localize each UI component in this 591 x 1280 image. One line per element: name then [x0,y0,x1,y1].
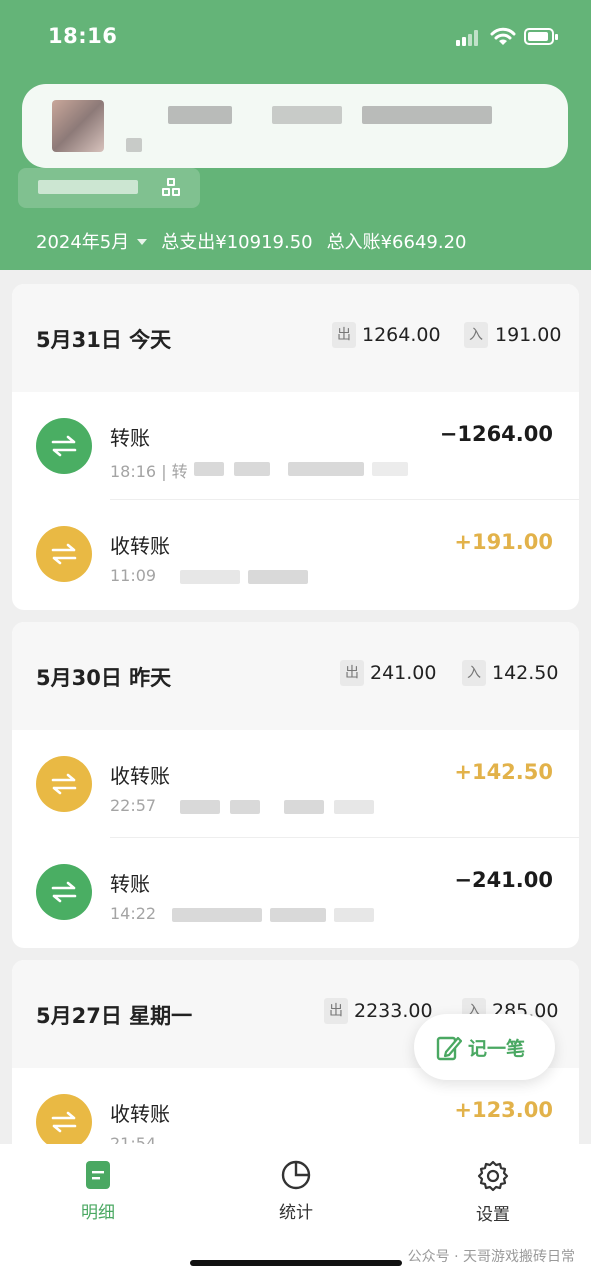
status-bar: 18:16 [0,0,591,70]
transaction-row[interactable]: 转账 14:22 −241.00 [12,838,579,946]
blurred-note [334,908,374,922]
transaction-amount: +142.50 [454,760,553,784]
day-date: 5月30日 昨天 [36,666,172,690]
month-selector[interactable]: 2024年5月 [36,232,129,253]
home-indicator[interactable] [190,1260,402,1266]
blurred-note [284,800,324,814]
day-out-total: 1264.00 [362,324,441,346]
day-date: 5月27日 星期一 [36,1004,193,1028]
blurred-name [272,106,342,124]
blurred-name [362,106,492,124]
transaction-title: 转账 [110,426,150,450]
blurred-name [168,106,232,124]
status-time: 18:16 [48,24,118,48]
transaction-title: 转账 [110,872,150,896]
day-in-total: 142.50 [492,662,559,684]
transaction-time: 22:57 [110,796,157,815]
transaction-row[interactable]: 收转账 11:09 +191.00 [12,500,579,608]
total-expense: 总支出¥10919.50 [161,232,313,253]
blurred-note [334,800,374,814]
day-card: 5月31日 今天 出 1264.00 入 191.00 转账 18:16 | 转… [12,284,579,610]
blurred-note [270,908,326,922]
transfer-icon [36,418,92,474]
tab-label: 统计 [279,1203,313,1223]
day-header: 5月30日 昨天 出 241.00 入 142.50 [12,622,579,730]
tab-details[interactable]: 明细 [38,1158,158,1228]
transaction-amount: +191.00 [454,530,553,554]
in-badge: 入 [464,322,488,348]
tab-settings[interactable]: 设置 [433,1158,553,1228]
avatar[interactable] [52,100,104,152]
grid-icon[interactable] [162,178,182,198]
in-badge: 入 [462,660,486,686]
blurred-note [230,800,260,814]
transaction-title: 收转账 [110,1102,170,1126]
transaction-amount: +123.00 [454,1098,553,1122]
blurred-note [372,462,408,476]
blurred-note [234,462,270,476]
out-badge: 出 [332,322,356,348]
signal-icon [456,30,482,46]
list-doc-icon [86,1161,110,1189]
transfer-icon [36,864,92,920]
battery-icon [524,28,558,45]
add-record-label: 记一笔 [468,1038,526,1060]
transaction-amount: −241.00 [454,868,553,892]
blurred-info [126,138,142,152]
out-badge: 出 [340,660,364,686]
blurred-account [38,180,138,194]
day-out-total: 241.00 [370,662,437,684]
day-header: 5月31日 今天 出 1264.00 入 191.00 [12,284,579,392]
transaction-title: 收转账 [110,534,170,558]
gear-icon [477,1160,509,1192]
header-panel: 18:16 2024年5月 总支出¥10919.50 总入账¥6649.20 [0,0,591,270]
blurred-note [180,570,240,584]
transaction-title: 收转账 [110,764,170,788]
out-badge: 出 [324,998,348,1024]
tab-label: 设置 [476,1205,510,1225]
transaction-time: 14:22 [110,904,157,923]
transaction-row[interactable]: 转账 18:16 | 转 −1264.00 [12,392,579,500]
day-card: 5月30日 昨天 出 241.00 入 142.50 收转账 22:57 +14… [12,622,579,948]
total-income: 总入账¥6649.20 [326,232,467,253]
month-summary: 2024年5月 总支出¥10919.50 总入账¥6649.20 [36,228,467,254]
transaction-time: 18:16 | 转 [110,462,188,481]
day-in-total: 191.00 [495,324,562,346]
tab-statistics[interactable]: 统计 [236,1158,356,1228]
blurred-note [180,800,220,814]
transaction-row[interactable]: 收转账 22:57 +142.50 [12,730,579,838]
pie-chart-icon [281,1160,311,1190]
watermark: 公众号 · 天哥游戏搬砖日常 [407,1249,575,1265]
transaction-amount: −1264.00 [439,422,553,446]
day-out-total: 2233.00 [354,1000,433,1022]
day-date: 5月31日 今天 [36,328,172,352]
profile-card[interactable] [22,84,568,168]
transfer-icon [36,526,92,582]
transaction-time: 11:09 [110,566,157,585]
transfer-icon [36,756,92,812]
blurred-note [248,570,308,584]
blurred-note [288,462,364,476]
caret-down-icon[interactable] [137,238,148,245]
transfer-icon [36,1094,92,1150]
blurred-note [194,462,224,476]
add-record-button[interactable]: 记一笔 [414,1014,555,1080]
blurred-note [172,908,262,922]
tab-label: 明细 [81,1203,115,1223]
edit-note-icon [436,1036,462,1061]
wifi-icon [490,27,516,45]
